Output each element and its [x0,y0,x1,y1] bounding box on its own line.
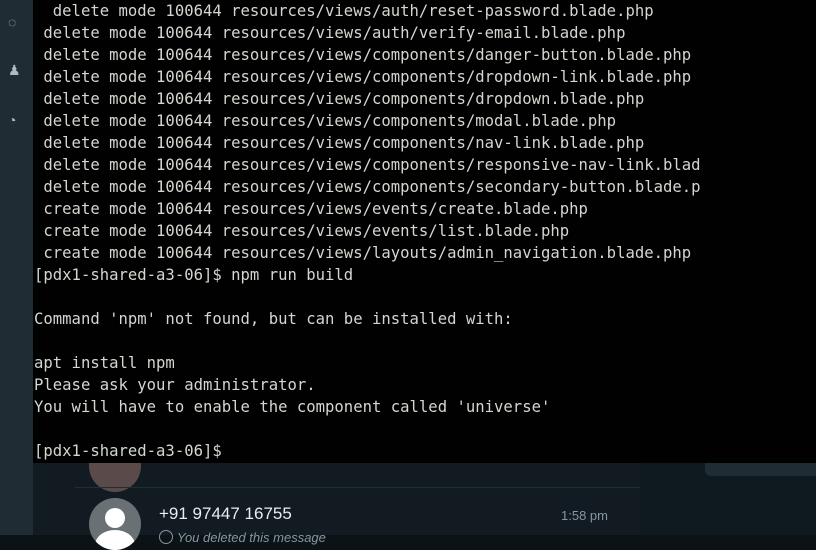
terminal-line: delete mode 100644 resources/views/compo… [34,90,645,108]
terminal-line: You will have to enable the component ca… [34,398,551,416]
deleted-icon [159,530,173,544]
terminal-line: delete mode 100644 resources/views/compo… [34,112,617,130]
channels-icon[interactable]: ◔ [8,112,24,128]
chat-preview: You deleted this message [159,530,326,545]
terminal-line: Command 'npm' not found, but can be inst… [34,310,513,328]
app-left-rail: ◌ ♟ ◔ [0,0,33,535]
chat-time: 1:58 pm [561,508,608,523]
chat-preview-text: You deleted this message [177,530,326,545]
terminal-line: delete mode 100644 resources/views/compo… [34,68,692,86]
terminal-line: create mode 100644 resources/views/layou… [34,244,692,262]
chat-name: +91 97447 16755 [159,504,292,523]
message-bubble [705,462,816,476]
terminal-line: delete mode 100644 resources/views/auth/… [34,24,626,42]
terminal-line: apt install npm [34,354,175,372]
terminal-output: delete mode 100644 resources/views/auth/… [34,0,701,462]
terminal-line: delete mode 100644 resources/views/auth/… [34,2,654,20]
terminal-prompt-line: [pdx1-shared-a3-06]$ npm run build [34,266,354,284]
terminal-line: create mode 100644 resources/views/event… [34,222,570,240]
terminal-line: delete mode 100644 resources/views/compo… [34,178,701,196]
terminal-line: delete mode 100644 resources/views/compo… [34,134,645,152]
terminal-line: delete mode 100644 resources/views/compo… [34,156,701,174]
default-user-icon [89,498,141,550]
terminal-prompt-line[interactable]: [pdx1-shared-a3-06]$ [34,440,701,462]
community-icon[interactable]: ♟ [8,62,24,78]
terminal-window[interactable]: delete mode 100644 resources/views/auth/… [33,0,816,463]
chat-list-item[interactable]: +91 97447 16755 1:58 pm You deleted this… [75,487,640,550]
terminal-line: Please ask your administrator. [34,376,316,394]
chat-list-item[interactable] [75,440,640,492]
terminal-line: delete mode 100644 resources/views/compo… [34,46,692,64]
status-icon[interactable]: ◌ [8,14,24,30]
terminal-line: create mode 100644 resources/views/event… [34,200,588,218]
